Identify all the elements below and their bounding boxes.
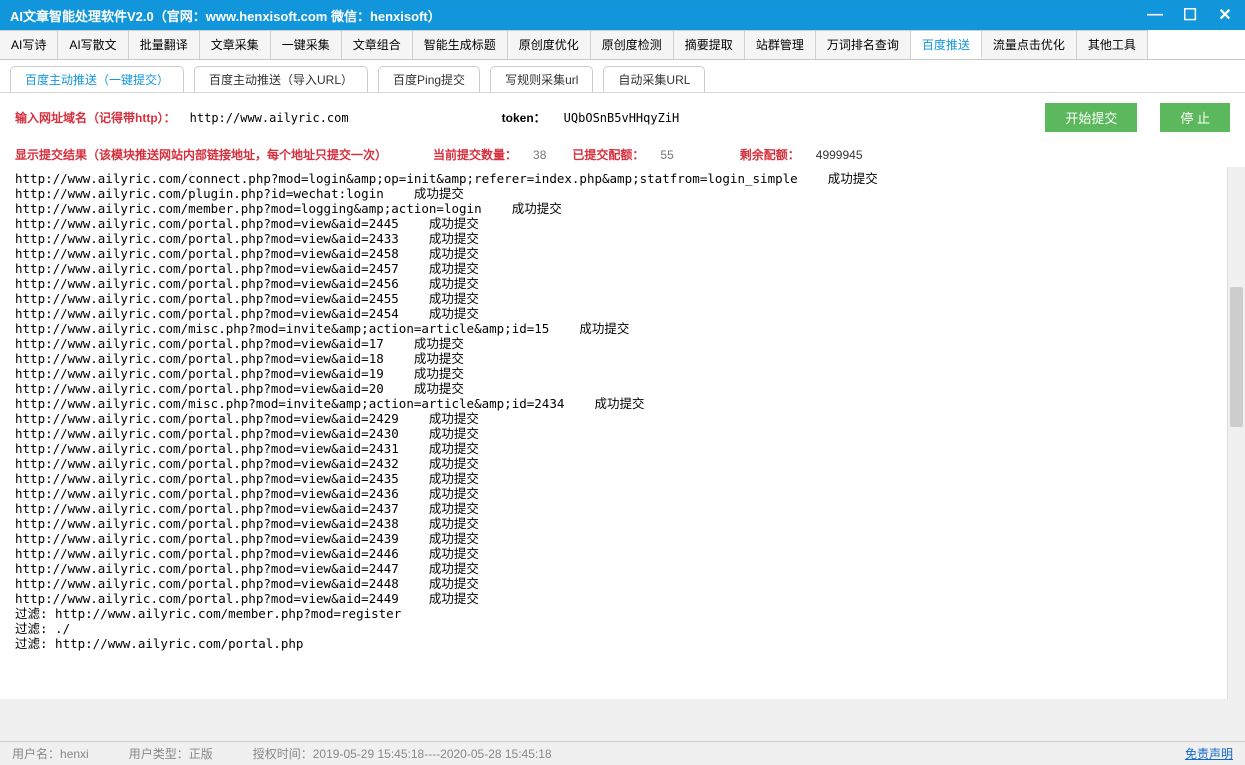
main-tab-7[interactable]: 原创度优化 <box>508 30 591 59</box>
main-tab-4[interactable]: 一键采集 <box>271 30 342 59</box>
log-line: http://www.ailyric.com/portal.php?mod=vi… <box>15 306 1212 321</box>
log-line: 过滤: http://www.ailyric.com/member.php?mo… <box>15 606 1212 621</box>
main-tab-0[interactable]: AI写诗 <box>0 30 58 59</box>
sub-tab-1[interactable]: 百度主动推送（导入URL） <box>194 66 368 92</box>
sub-tabs: 百度主动推送（一键提交） 百度主动推送（导入URL） 百度Ping提交写规则采集ur… <box>0 60 1245 93</box>
result-label: 显示提交结果（该模块推送网站内部链接地址，每个地址只提交一次） <box>15 146 387 163</box>
log-line: http://www.ailyric.com/misc.php?mod=invi… <box>15 321 1212 336</box>
log-line: http://www.ailyric.com/portal.php?mod=vi… <box>15 561 1212 576</box>
token-label: token： <box>502 109 546 126</box>
sub-tab-2[interactable]: 百度Ping提交 <box>378 66 480 92</box>
log-line: http://www.ailyric.com/misc.php?mod=invi… <box>15 396 1212 411</box>
main-tab-14[interactable]: 其他工具 <box>1077 30 1148 59</box>
main-tab-5[interactable]: 文章组合 <box>342 30 413 59</box>
quota-used-value: 55 <box>660 148 673 162</box>
main-tab-6[interactable]: 智能生成标题 <box>413 30 508 59</box>
log-line: http://www.ailyric.com/portal.php?mod=vi… <box>15 246 1212 261</box>
url-input[interactable] <box>184 109 454 127</box>
log-line: http://www.ailyric.com/portal.php?mod=vi… <box>15 576 1212 591</box>
log-line: http://www.ailyric.com/portal.php?mod=vi… <box>15 531 1212 546</box>
log-line: http://www.ailyric.com/portal.php?mod=vi… <box>15 441 1212 456</box>
main-tabs: AI写诗AI写散文批量翻译文章采集一键采集文章组合智能生成标题原创度优化原创度检… <box>0 30 1245 60</box>
scrollbar-thumb[interactable] <box>1230 287 1243 427</box>
quota-used-label: 已提交配额： <box>572 146 644 163</box>
sub-tab-4[interactable]: 自动采集URL <box>603 66 705 92</box>
log-line: http://www.ailyric.com/portal.php?mod=vi… <box>15 381 1212 396</box>
window-controls: — ☐ ✕ <box>1145 5 1235 25</box>
main-tab-2[interactable]: 批量翻译 <box>129 30 200 59</box>
log-line: http://www.ailyric.com/portal.php?mod=vi… <box>15 411 1212 426</box>
log-line: http://www.ailyric.com/portal.php?mod=vi… <box>15 261 1212 276</box>
scrollbar-track[interactable] <box>1227 167 1245 699</box>
footer-user: 用户名：henxi <box>12 745 89 762</box>
input-row: 输入网址域名（记得带http）： token： UQbOSnB5vHHqyZiH… <box>0 93 1245 142</box>
sub-tab-0[interactable]: 百度主动推送（一键提交） <box>10 66 184 92</box>
main-tab-1[interactable]: AI写散文 <box>58 30 128 59</box>
log-line: http://www.ailyric.com/portal.php?mod=vi… <box>15 516 1212 531</box>
sub-tab-3[interactable]: 写规则采集url <box>490 66 593 92</box>
token-value: UQbOSnB5vHHqyZiH <box>564 111 680 125</box>
log-line: http://www.ailyric.com/plugin.php?id=wec… <box>15 186 1212 201</box>
main-tab-3[interactable]: 文章采集 <box>200 30 271 59</box>
log-line: http://www.ailyric.com/portal.php?mod=vi… <box>15 591 1212 606</box>
close-icon[interactable]: ✕ <box>1215 5 1235 25</box>
status-row: 显示提交结果（该模块推送网站内部链接地址，每个地址只提交一次） 当前提交数量： … <box>0 142 1245 167</box>
log-area[interactable]: http://www.ailyric.com/connect.php?mod=l… <box>0 167 1227 699</box>
current-count-value: 38 <box>533 148 546 162</box>
log-line: http://www.ailyric.com/portal.php?mod=vi… <box>15 231 1212 246</box>
log-line: http://www.ailyric.com/connect.php?mod=l… <box>15 171 1212 186</box>
main-tab-9[interactable]: 摘要提取 <box>674 30 745 59</box>
main-tab-10[interactable]: 站群管理 <box>745 30 816 59</box>
main-tab-11[interactable]: 万词排名查询 <box>816 30 911 59</box>
window-title: AI文章智能处理软件V2.0（官网：www.henxisoft.com 微信：h… <box>10 6 1145 25</box>
log-line: 过滤: ./ <box>15 621 1212 636</box>
main-tab-13[interactable]: 流量点击优化 <box>982 30 1077 59</box>
minimize-icon[interactable]: — <box>1145 6 1165 24</box>
disclaimer-link[interactable]: 免责声明 <box>1185 745 1233 762</box>
log-line: http://www.ailyric.com/portal.php?mod=vi… <box>15 291 1212 306</box>
log-line: http://www.ailyric.com/portal.php?mod=vi… <box>15 366 1212 381</box>
log-line: 过滤: http://www.ailyric.com/portal.php <box>15 636 1212 651</box>
quota-remain-value: 4999945 <box>816 148 863 162</box>
footer-type: 用户类型：正版 <box>129 745 213 762</box>
maximize-icon[interactable]: ☐ <box>1180 5 1200 25</box>
log-line: http://www.ailyric.com/portal.php?mod=vi… <box>15 276 1212 291</box>
log-area-wrap: http://www.ailyric.com/connect.php?mod=l… <box>0 167 1245 699</box>
footer-user-label: 用户名： <box>12 747 60 761</box>
log-line: http://www.ailyric.com/portal.php?mod=vi… <box>15 456 1212 471</box>
log-line: http://www.ailyric.com/portal.php?mod=vi… <box>15 501 1212 516</box>
log-line: http://www.ailyric.com/portal.php?mod=vi… <box>15 351 1212 366</box>
titlebar: AI文章智能处理软件V2.0（官网：www.henxisoft.com 微信：h… <box>0 0 1245 30</box>
footer: 用户名：henxi 用户类型：正版 授权时间：2019-05-29 15:45:… <box>0 741 1245 765</box>
log-line: http://www.ailyric.com/portal.php?mod=vi… <box>15 336 1212 351</box>
log-line: http://www.ailyric.com/portal.php?mod=vi… <box>15 546 1212 561</box>
log-line: http://www.ailyric.com/portal.php?mod=vi… <box>15 471 1212 486</box>
footer-user-value: henxi <box>60 747 89 761</box>
stop-button[interactable]: 停 止 <box>1160 103 1230 132</box>
quota-remain-label: 剩余配额： <box>740 146 800 163</box>
footer-auth: 授权时间：2019-05-29 15:45:18----2020-05-28 1… <box>253 745 552 762</box>
main-tab-12[interactable]: 百度推送 <box>911 30 982 59</box>
current-count-label: 当前提交数量： <box>433 146 517 163</box>
footer-type-value: 正版 <box>189 747 213 761</box>
log-line: http://www.ailyric.com/portal.php?mod=vi… <box>15 216 1212 231</box>
main-tab-8[interactable]: 原创度检测 <box>591 30 674 59</box>
log-line: http://www.ailyric.com/member.php?mod=lo… <box>15 201 1212 216</box>
footer-auth-value: 2019-05-29 15:45:18----2020-05-28 15:45:… <box>313 747 552 761</box>
url-label: 输入网址域名（记得带http）： <box>15 109 176 126</box>
log-line: http://www.ailyric.com/portal.php?mod=vi… <box>15 426 1212 441</box>
footer-type-label: 用户类型： <box>129 747 189 761</box>
log-line: http://www.ailyric.com/portal.php?mod=vi… <box>15 486 1212 501</box>
footer-auth-label: 授权时间： <box>253 747 313 761</box>
start-button[interactable]: 开始提交 <box>1045 103 1137 132</box>
